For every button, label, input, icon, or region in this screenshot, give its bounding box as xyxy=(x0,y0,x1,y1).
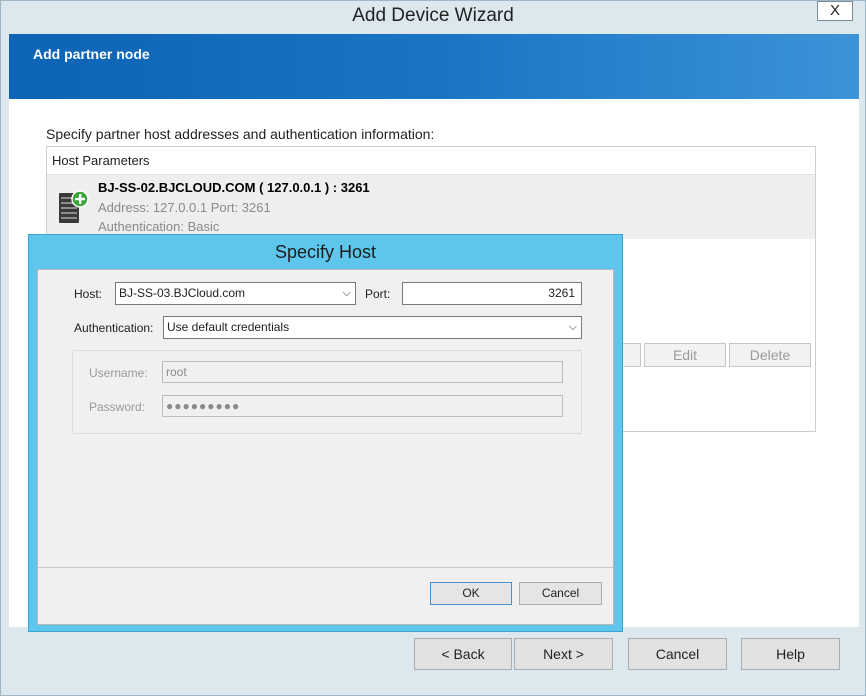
host-authentication: Authentication: Basic xyxy=(98,219,220,234)
credentials-group: Username: root Password: ●●●●●●●●● xyxy=(72,350,582,434)
help-button[interactable]: Help xyxy=(741,638,840,670)
back-button[interactable]: < Back xyxy=(414,638,512,670)
port-input[interactable]: 3261 xyxy=(402,282,582,305)
close-button[interactable]: X xyxy=(817,1,853,21)
cancel-button[interactable]: Cancel xyxy=(628,638,727,670)
username-input[interactable]: root xyxy=(162,361,563,383)
chevron-down-icon[interactable]: ⌵ xyxy=(343,283,351,304)
dialog-cancel-button[interactable]: Cancel xyxy=(519,582,602,605)
server-add-icon xyxy=(59,190,89,223)
host-name: BJ-SS-02.BJCLOUD.COM ( 127.0.0.1 ) : 326… xyxy=(98,180,370,195)
host-list-header: Host Parameters xyxy=(47,147,815,175)
delete-button[interactable]: Delete xyxy=(729,343,811,367)
dialog-separator xyxy=(38,567,613,568)
username-label: Username: xyxy=(89,366,148,380)
specify-host-dialog: Specify Host Host: BJ-SS-03.BJCloud.com … xyxy=(28,234,623,632)
wizard-banner: Add partner node xyxy=(9,34,859,99)
chevron-down-icon[interactable]: ⌵ xyxy=(569,317,577,338)
host-label: Host: xyxy=(74,287,103,301)
host-list-item[interactable]: BJ-SS-02.BJCLOUD.COM ( 127.0.0.1 ) : 326… xyxy=(47,175,815,239)
password-input[interactable]: ●●●●●●●●● xyxy=(162,395,563,417)
edit-button[interactable]: Edit xyxy=(644,343,726,367)
add-device-wizard-window: Add Device Wizard X Add partner node Spe… xyxy=(0,0,866,696)
authentication-combobox[interactable]: Use default credentials ⌵ xyxy=(163,316,582,339)
window-title: Add Device Wizard xyxy=(352,5,514,26)
password-label: Password: xyxy=(89,400,146,414)
port-label: Port: xyxy=(365,287,391,301)
host-combobox[interactable]: BJ-SS-03.BJCloud.com ⌵ xyxy=(115,282,356,305)
banner-title: Add partner node xyxy=(33,46,150,62)
authentication-label: Authentication: xyxy=(74,321,154,335)
authentication-combobox-value: Use default credentials xyxy=(167,320,290,334)
instruction-text: Specify partner host addresses and authe… xyxy=(46,126,435,142)
host-address: Address: 127.0.0.1 Port: 3261 xyxy=(98,200,271,215)
dialog-body: Host: BJ-SS-03.BJCloud.com ⌵ Port: 3261 … xyxy=(37,269,614,625)
ok-button[interactable]: OK xyxy=(430,582,512,605)
next-button[interactable]: Next > xyxy=(514,638,613,670)
host-combobox-value: BJ-SS-03.BJCloud.com xyxy=(119,286,246,300)
dialog-title: Specify Host xyxy=(274,242,377,262)
